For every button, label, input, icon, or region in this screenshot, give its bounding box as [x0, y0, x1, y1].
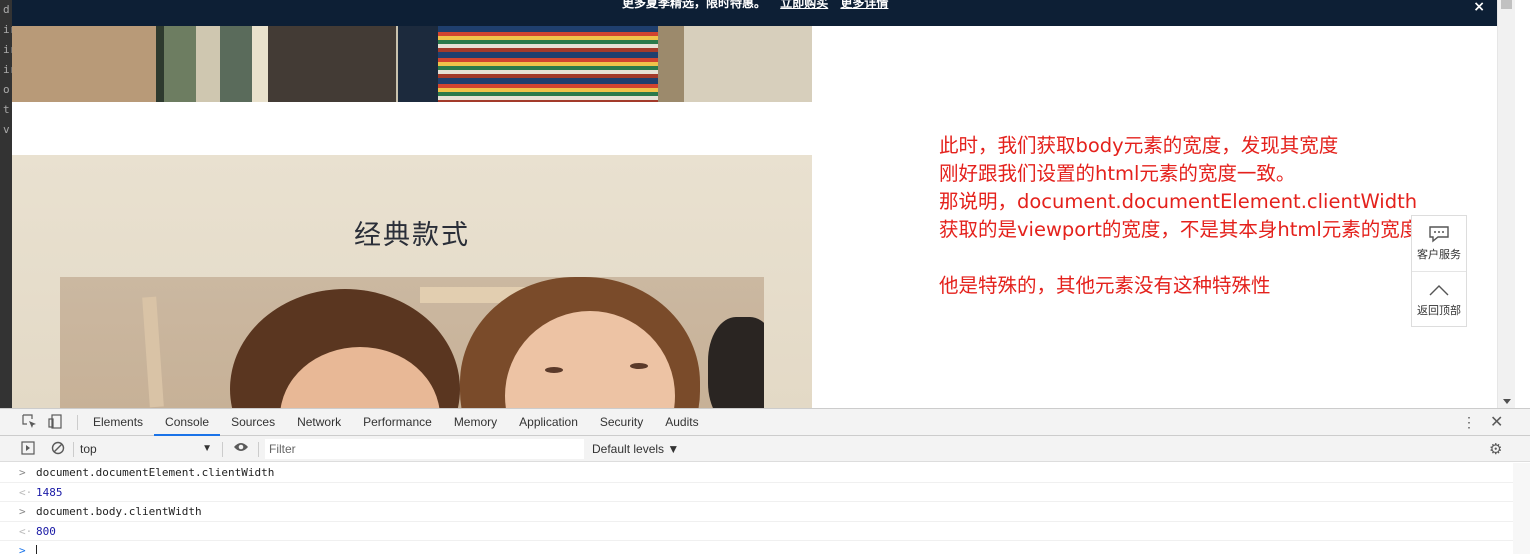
annotation-text: 此时，我们获取body元素的宽度，发现其宽度 刚好跟我们设置的html元素的宽度…	[939, 132, 1419, 300]
more-details-link[interactable]: 更多详情	[840, 0, 888, 10]
chevron-up-icon	[1412, 272, 1466, 304]
window-edge	[1515, 0, 1530, 408]
toolbar-divider	[258, 442, 259, 457]
toolbar-divider	[77, 415, 78, 430]
annotation-gap	[939, 244, 1419, 272]
annotation-line: 他是特殊的，其他元素没有这种特殊性	[939, 274, 1271, 297]
gutter-char: t	[3, 103, 10, 116]
gutter-char: o	[3, 83, 10, 96]
console-input-entry: > document.documentElement.clientWidth	[0, 463, 1513, 483]
promo-text: 更多夏季精选，限时特惠。	[622, 0, 767, 10]
back-to-top-label: 返回顶部	[1417, 304, 1461, 317]
chevron-right-icon: >	[19, 466, 26, 479]
tab-application[interactable]: Application	[508, 409, 589, 436]
chevron-right-icon: >	[19, 505, 26, 518]
annotation-line: 获取的是viewport的宽度，不是其本身html元素的宽度	[939, 218, 1420, 241]
promo-content: 更多夏季精选，限时特惠。 立即购买 更多详情	[622, 0, 896, 10]
console-input-entry: > document.body.clientWidth	[0, 502, 1513, 522]
console-result-entry: <· 800	[0, 522, 1513, 541]
promo-bar: 更多夏季精选，限时特惠。 立即购买 更多详情 ×	[12, 0, 1497, 26]
customer-service-label: 客户服务	[1417, 248, 1461, 261]
buy-now-link[interactable]: 立即购买	[780, 0, 828, 10]
console-text: 800	[36, 524, 56, 538]
tab-audits[interactable]: Audits	[654, 409, 709, 436]
clear-console-icon[interactable]	[50, 441, 65, 456]
console-text: document.body.clientWidth	[36, 505, 202, 518]
console-scrollbar[interactable]	[1513, 463, 1530, 554]
classic-styles-section: 经典款式	[12, 155, 812, 408]
annotation-line: 此时，我们获取body元素的宽度，发现其宽度	[939, 134, 1339, 157]
page-scrollbar[interactable]	[1497, 0, 1515, 408]
annotation-line: 刚好跟我们设置的html元素的宽度一致。	[939, 162, 1296, 185]
result-arrow-icon: <·	[19, 485, 33, 499]
back-to-top-button[interactable]: 返回顶部	[1412, 271, 1466, 326]
close-devtools-icon[interactable]: ✕	[1490, 412, 1503, 432]
caret-down-icon: ▼	[202, 443, 212, 454]
toolbar-divider	[73, 442, 74, 457]
photo-eye	[630, 363, 648, 369]
floating-service-widget: 客户服务 返回顶部	[1411, 215, 1467, 327]
page-viewport: 更多夏季精选，限时特惠。 立即购买 更多详情 × 经典款式 此时，我们获取bod…	[12, 0, 1497, 408]
tab-security[interactable]: Security	[589, 409, 654, 436]
gutter-char: ir	[3, 43, 12, 56]
toolbar-divider	[222, 442, 223, 457]
gutter-char: d	[3, 3, 10, 16]
section-title: 经典款式	[354, 220, 470, 251]
console-text: 1485	[36, 485, 63, 499]
context-value: top	[80, 442, 97, 456]
sidebar-toggle-icon[interactable]	[20, 441, 35, 456]
device-toolbar-icon[interactable]	[47, 414, 63, 430]
devtools-tabbar: Elements Console Sources Network Perform…	[0, 409, 1530, 436]
context-selector[interactable]: top ▼	[80, 440, 216, 458]
hero-image	[12, 26, 812, 102]
console-filter-input[interactable]	[265, 439, 584, 459]
console-toolbar: top ▼ Default levels ▼ ⚙	[0, 436, 1530, 462]
console-result-entry: <· 1485	[0, 483, 1513, 502]
live-expression-eye-icon[interactable]	[232, 441, 249, 456]
console-prompt-line[interactable]: >	[0, 541, 1513, 554]
photo-chair	[142, 296, 164, 408]
gutter-char: ir	[3, 23, 12, 36]
tab-performance[interactable]: Performance	[352, 409, 443, 436]
inspect-element-icon[interactable]	[21, 414, 37, 430]
tab-network[interactable]: Network	[286, 409, 352, 436]
chat-bubble-icon	[1412, 216, 1466, 248]
devtools-tabs: Elements Console Sources Network Perform…	[82, 409, 710, 436]
tab-console[interactable]: Console	[154, 409, 221, 436]
result-arrow-icon: <·	[19, 524, 33, 538]
gutter-char: v	[3, 123, 10, 136]
log-levels-dropdown[interactable]: Default levels ▼	[592, 440, 679, 458]
tab-memory[interactable]: Memory	[443, 409, 508, 436]
prompt-chevron-icon: >	[19, 544, 26, 554]
photo-eye	[545, 367, 563, 373]
editor-gutter: d ir ir ir o t v	[0, 0, 12, 408]
photo-person-third	[708, 317, 764, 408]
gutter-char: ir	[3, 63, 12, 76]
scrollbar-thumb[interactable]	[1501, 0, 1512, 9]
devtools-panel: Elements Console Sources Network Perform…	[0, 408, 1530, 554]
lifestyle-photo	[60, 277, 764, 408]
hero-shadow	[398, 26, 438, 102]
promo-close-icon[interactable]: ×	[1473, 0, 1485, 14]
annotation-line: 那说明，document.documentElement.clientWidth	[939, 190, 1418, 213]
tab-sources[interactable]: Sources	[220, 409, 286, 436]
customer-service-button[interactable]: 客户服务	[1412, 216, 1466, 271]
console-output: > document.documentElement.clientWidth <…	[0, 463, 1513, 554]
scroll-down-arrow-icon[interactable]	[1503, 399, 1511, 404]
gear-icon[interactable]: ⚙	[1489, 440, 1502, 458]
tab-elements[interactable]: Elements	[82, 409, 154, 436]
more-options-icon[interactable]: ⋮	[1462, 414, 1476, 431]
text-cursor	[36, 545, 37, 554]
console-text: document.documentElement.clientWidth	[36, 466, 275, 479]
